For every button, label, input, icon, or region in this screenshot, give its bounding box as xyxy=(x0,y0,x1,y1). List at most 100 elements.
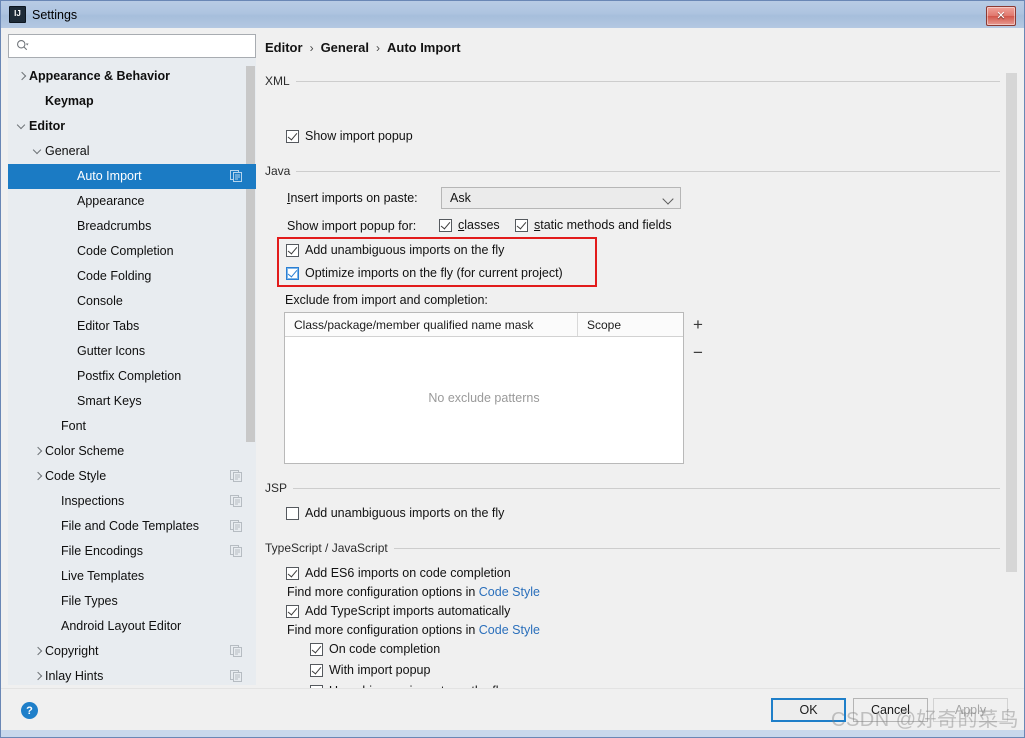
sidebar-item-code-style[interactable]: Code Style xyxy=(8,464,256,489)
sidebar-item-editor-tabs[interactable]: Editor Tabs xyxy=(8,314,256,339)
sidebar-item-auto-import[interactable]: Auto Import xyxy=(8,164,256,189)
copy-settings-icon[interactable] xyxy=(230,545,242,557)
checkbox-box[interactable] xyxy=(439,218,452,232)
sidebar-item-label: Inspections xyxy=(61,494,125,508)
breadcrumb-item-auto-import: Auto Import xyxy=(386,40,461,55)
copy-settings-icon[interactable] xyxy=(230,670,242,682)
checkbox-label: With import popup xyxy=(329,663,431,677)
apply-button[interactable]: Apply xyxy=(933,698,1008,722)
checkbox-box[interactable] xyxy=(286,506,299,520)
checkbox-label: Add TypeScript imports automatically xyxy=(305,604,511,618)
sidebar-item-label: Copyright xyxy=(45,644,99,658)
table-header-scope[interactable]: Scope xyxy=(578,313,683,336)
chevron-right-icon[interactable] xyxy=(32,664,45,685)
copy-settings-icon[interactable] xyxy=(230,495,242,507)
sidebar-item-color-scheme[interactable]: Color Scheme xyxy=(8,439,256,464)
group-label-xml: XML xyxy=(265,74,290,88)
exclude-patterns-table[interactable]: Class/package/member qualified name mask… xyxy=(284,312,684,464)
sidebar-item-inlay-hints[interactable]: Inlay Hints xyxy=(8,664,256,685)
cancel-button[interactable]: Cancel xyxy=(853,698,928,722)
sidebar-item-inspections[interactable]: Inspections xyxy=(8,489,256,514)
main-scrollbar-thumb[interactable] xyxy=(1006,73,1017,572)
code-style-link[interactable]: Code Style xyxy=(479,623,540,637)
checkbox-box[interactable] xyxy=(286,243,299,257)
ok-button[interactable]: OK xyxy=(771,698,846,722)
sidebar-item-copyright[interactable]: Copyright xyxy=(8,639,256,664)
copy-settings-icon[interactable] xyxy=(230,645,242,657)
hint-find-more-config-1: Find more configuration options in Code … xyxy=(287,585,540,599)
sidebar-item-file-types[interactable]: File Types xyxy=(8,589,256,614)
checkbox-label: Optimize imports on the fly (for current… xyxy=(305,266,563,280)
checkbox-on-code-completion[interactable]: On code completion xyxy=(310,642,440,656)
title-bar: Settings ✕ xyxy=(1,1,1024,29)
sidebar-item-general[interactable]: General xyxy=(8,139,256,164)
sidebar-item-label: Code Completion xyxy=(77,244,174,258)
chevron-right-icon[interactable] xyxy=(16,64,29,89)
chevron-right-icon[interactable] xyxy=(32,639,45,664)
checkbox-box[interactable] xyxy=(286,266,299,280)
add-exclude-pattern-button[interactable]: + xyxy=(686,313,710,337)
checkbox-box[interactable] xyxy=(286,129,299,143)
chevron-right-icon[interactable] xyxy=(32,439,45,464)
sidebar-item-keymap[interactable]: Keymap xyxy=(8,89,256,114)
checkbox-label: Add ES6 imports on code completion xyxy=(305,566,511,580)
checkbox-with-import-popup[interactable]: With import popup xyxy=(310,663,430,677)
sidebar-item-label: File Types xyxy=(61,594,118,608)
settings-tree[interactable]: Appearance & Behavior Keymap Editor General… xyxy=(8,64,256,685)
settings-window: Settings ✕ Appearance & Behavior Keymap Ed… xyxy=(0,0,1025,738)
copy-settings-icon[interactable] xyxy=(230,520,242,532)
sidebar-item-font[interactable]: Font xyxy=(8,414,256,439)
sidebar-item-postfix-completion[interactable]: Postfix Completion xyxy=(8,364,256,389)
close-icon[interactable]: ✕ xyxy=(986,6,1016,26)
copy-settings-icon[interactable] xyxy=(230,170,242,182)
checkbox-classes[interactable]: classes xyxy=(439,218,500,232)
checkbox-add-typescript-imports[interactable]: Add TypeScript imports automatically xyxy=(286,604,510,618)
sidebar-item-android-layout-editor[interactable]: Android Layout Editor xyxy=(8,614,256,639)
label-show-import-popup-for: Show import popup for: xyxy=(287,219,417,233)
sidebar-item-file-and-code-templates[interactable]: File and Code Templates xyxy=(8,514,256,539)
table-header-qualified-name-mask[interactable]: Class/package/member qualified name mask xyxy=(285,313,578,336)
sidebar-item-code-folding[interactable]: Code Folding xyxy=(8,264,256,289)
checkbox-add-es6-imports[interactable]: Add ES6 imports on code completion xyxy=(286,566,511,580)
sidebar-item-code-completion[interactable]: Code Completion xyxy=(8,239,256,264)
checkbox-box[interactable] xyxy=(310,642,323,656)
code-style-link[interactable]: Code Style xyxy=(479,585,540,599)
checkbox-static-methods-and-fields[interactable]: static methods and fields xyxy=(515,218,672,232)
checkbox-add-unambiguous-imports-jsp[interactable]: Add unambiguous imports on the fly xyxy=(286,506,504,520)
sidebar-item-appearance-behavior[interactable]: Appearance & Behavior xyxy=(8,64,256,89)
sidebar-item-label: Appearance & Behavior xyxy=(29,69,171,83)
sidebar-item-appearance[interactable]: Appearance xyxy=(8,189,256,214)
main-scrollbar-track[interactable] xyxy=(1006,31,1021,686)
sidebar-item-breadcrumbs[interactable]: Breadcrumbs xyxy=(8,214,256,239)
sidebar-item-editor[interactable]: Editor xyxy=(8,114,256,139)
chevron-down-icon[interactable] xyxy=(32,139,45,164)
sidebar-item-live-templates[interactable]: Live Templates xyxy=(8,564,256,589)
group-divider xyxy=(293,487,1000,489)
sidebar-item-file-encodings[interactable]: File Encodings xyxy=(8,539,256,564)
sidebar-item-console[interactable]: Console xyxy=(8,289,256,314)
breadcrumb-item-editor[interactable]: Editor xyxy=(265,40,303,55)
checkbox-box[interactable] xyxy=(515,218,528,232)
remove-exclude-pattern-button[interactable]: − xyxy=(686,341,710,365)
breadcrumb-item-general[interactable]: General xyxy=(321,40,369,55)
chevron-down-icon[interactable] xyxy=(16,114,29,139)
checkbox-xml-show-import-popup[interactable]: Show import popup xyxy=(286,129,413,143)
search-box[interactable] xyxy=(8,34,256,58)
checkbox-box[interactable] xyxy=(286,604,299,618)
chevron-right-icon[interactable] xyxy=(32,464,45,489)
checkbox-box[interactable] xyxy=(286,566,299,580)
checkbox-label: Add unambiguous imports on the fly xyxy=(305,506,505,520)
checkbox-optimize-imports-on-the-fly[interactable]: Optimize imports on the fly (for current… xyxy=(286,266,563,280)
checkbox-label: Add unambiguous imports on the fly xyxy=(305,243,505,257)
help-icon[interactable]: ? xyxy=(21,702,38,719)
group-label-typescript: TypeScript / JavaScript xyxy=(265,541,388,555)
sidebar-item-smart-keys[interactable]: Smart Keys xyxy=(8,389,256,414)
insert-imports-on-paste-select[interactable]: Ask xyxy=(441,187,681,209)
copy-settings-icon[interactable] xyxy=(230,470,242,482)
sidebar-item-gutter-icons[interactable]: Gutter Icons xyxy=(8,339,256,364)
checkbox-add-unambiguous-imports-java[interactable]: Add unambiguous imports on the fly xyxy=(286,243,504,257)
search-input[interactable] xyxy=(9,34,255,58)
checkbox-box[interactable] xyxy=(310,663,323,677)
